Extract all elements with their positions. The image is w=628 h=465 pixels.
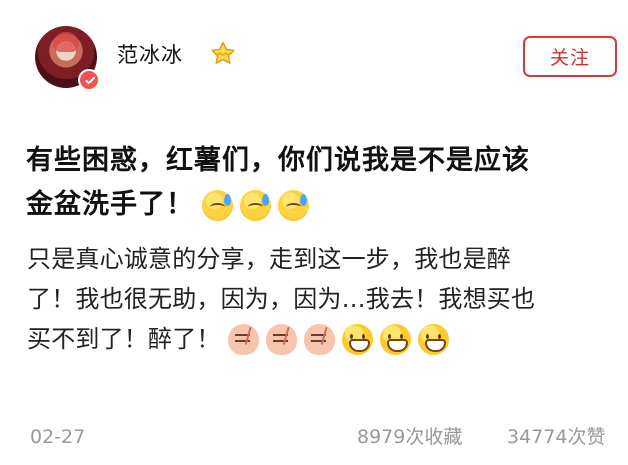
- reaction-emoji-group: [227, 323, 449, 355]
- grin-emoji-icon: [417, 323, 449, 355]
- username[interactable]: 范冰冰: [117, 39, 183, 71]
- post-body-line-3-text: 买不到了！醉了！: [27, 325, 221, 353]
- verified-badge-icon: [78, 69, 100, 91]
- pig-face-emoji-icon: [227, 323, 259, 355]
- pig-face-emoji-icon: [265, 323, 297, 355]
- post-date: 02-27: [30, 426, 86, 448]
- post-footer: 02-27 8979次收藏 34774次赞: [30, 422, 615, 452]
- follow-button[interactable]: 关注: [523, 36, 617, 77]
- post-title-line-2: 金盆洗手了！: [26, 183, 626, 227]
- post-title-line-2-text: 金盆洗手了！: [26, 189, 194, 220]
- grin-emoji-icon: [379, 323, 411, 355]
- crown-badge-icon: [211, 41, 235, 64]
- post-body-line-2: 了！我也很无助，因为，因为…我去！我想买也: [27, 285, 536, 313]
- sweat-emoji-icon: [240, 189, 271, 221]
- favorites-count[interactable]: 8979次收藏: [357, 422, 462, 452]
- pig-face-emoji-icon: [303, 323, 335, 355]
- post-title: 有些困惑，红薯们，你们说我是不是应该 金盆洗手了！: [26, 139, 626, 227]
- post-title-line-1: 有些困惑，红薯们，你们说我是不是应该: [26, 145, 530, 176]
- post-body-line-1: 只是真心诚意的分享，走到这一步，我也是醉: [27, 245, 511, 273]
- sweat-emoji-icon: [278, 189, 309, 221]
- likes-count[interactable]: 34774次赞: [507, 422, 605, 452]
- grin-emoji-icon: [341, 323, 373, 355]
- post-header: 范冰冰 关注: [0, 0, 628, 110]
- sweat-emoji-icon: [202, 189, 233, 221]
- post-body-line-3: 买不到了！醉了！: [27, 319, 612, 359]
- post-body: 只是真心诚意的分享，走到这一步，我也是醉 了！我也很无助，因为，因为…我去！我想…: [27, 239, 612, 359]
- sweat-emoji-group: [202, 189, 309, 221]
